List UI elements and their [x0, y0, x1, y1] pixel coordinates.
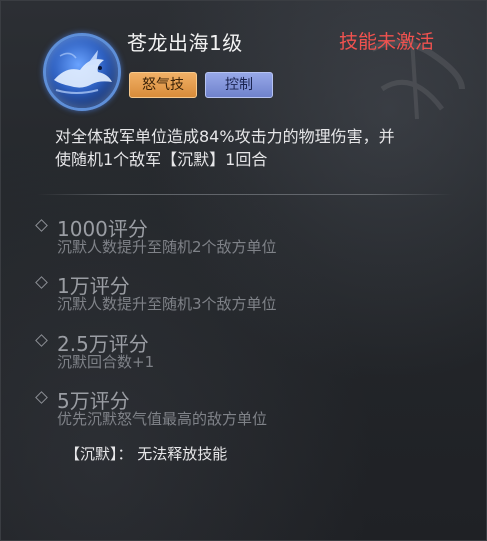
- section-divider: [37, 194, 453, 195]
- control-tag: 控制: [205, 72, 273, 98]
- upgrade-description: 沉默回合数+1: [57, 353, 155, 371]
- skill-tooltip-panel: 苍龙出海1级 技能未激活 怒气技 控制 对全体敌军单位造成84%攻击力的物理伤害…: [0, 0, 487, 541]
- skill-name: 苍龙出海1级: [127, 31, 243, 55]
- upgrade-description: 沉默人数提升至随机3个敌方单位: [57, 295, 277, 313]
- upgrade-description: 沉默人数提升至随机2个敌方单位: [57, 238, 277, 256]
- diamond-bullet-icon: [35, 334, 48, 347]
- skill-description-line-2: 使随机1个敌军【沉默】1回合: [55, 150, 268, 169]
- skill-description-line-1: 对全体敌军单位造成84%攻击力的物理伤害，并: [55, 127, 395, 146]
- dragon-skill-icon: [43, 33, 121, 111]
- rage-skill-tag: 怒气技: [129, 72, 197, 98]
- dragon-icon-art: [54, 50, 112, 94]
- diamond-bullet-icon: [35, 219, 48, 232]
- diamond-bullet-icon: [35, 276, 48, 289]
- diamond-bullet-icon: [35, 391, 48, 404]
- skill-status-inactive: 技能未激活: [339, 31, 435, 53]
- upgrade-description: 优先沉默怒气值最高的敌方单位: [57, 410, 268, 428]
- silence-footnote: 【沉默】： 无法释放技能: [65, 445, 228, 463]
- skill-description: 对全体敌军单位造成84%攻击力的物理伤害，并 使随机1个敌军【沉默】1回合: [55, 125, 445, 171]
